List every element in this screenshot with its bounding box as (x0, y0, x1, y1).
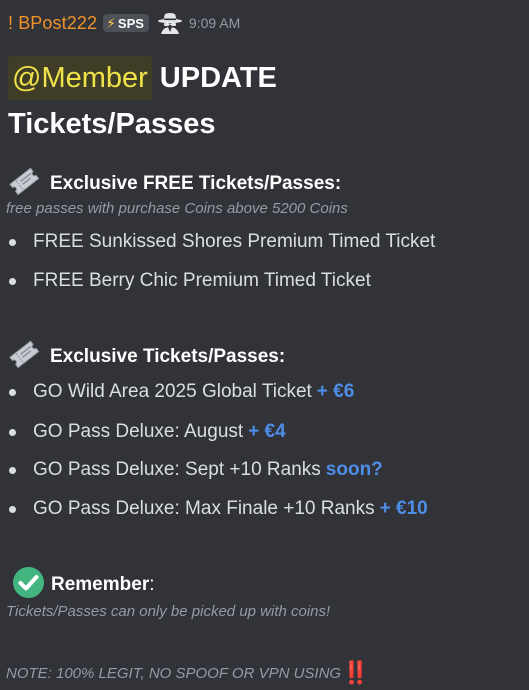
double-exclamation-icon: ‼️ (342, 660, 369, 685)
free-section-heading: Exclusive FREE Tickets/Passes: (8, 166, 341, 201)
server-tag-label: SPS (117, 15, 144, 31)
bullet-dot (9, 388, 16, 396)
price-label: + €4 (248, 421, 286, 442)
list-item: GO Wild Area 2025 Global Ticket + €6 (8, 381, 354, 403)
title-update: UPDATE (159, 61, 277, 94)
list-item-text: FREE Sunkissed Shores Premium Timed Tick… (33, 231, 436, 252)
author-name[interactable]: ! BPost222 (8, 13, 97, 34)
list-item-text: GO Wild Area 2025 Global Ticket (33, 381, 312, 402)
ticket-icon (8, 166, 40, 201)
free-section-note: free passes with purchase Coins above 52… (6, 200, 348, 217)
list-item-text: GO Pass Deluxe: Sept +10 Ranks (33, 459, 321, 480)
price-label: + €10 (379, 498, 428, 519)
bullet-dot (9, 466, 16, 474)
footer-note-text: NOTE: 100% LEGIT, NO SPOOF OR VPN USING (6, 664, 342, 682)
check-mark-icon (12, 566, 45, 604)
paid-section-title: Exclusive Tickets/Passes: (50, 345, 286, 367)
lightning-bolt-icon: ⚡ (106, 14, 116, 31)
list-item: GO Pass Deluxe: Max Finale +10 Ranks + €… (8, 498, 428, 520)
list-item: GO Pass Deluxe: August + €4 (8, 421, 286, 443)
bullet-dot (9, 238, 16, 246)
list-item: FREE Berry Chic Premium Timed Ticket (8, 270, 371, 292)
bullet-dot (9, 428, 16, 436)
remember-heading: Remember : (12, 566, 155, 604)
list-item-text: GO Pass Deluxe: Max Finale +10 Ranks (33, 498, 375, 519)
message-header: ! BPost222 ⚡ SPS 9:09 AM (8, 10, 240, 36)
list-item-text: FREE Berry Chic Premium Timed Ticket (33, 270, 371, 291)
list-item: FREE Sunkissed Shores Premium Timed Tick… (8, 231, 435, 253)
price-label: soon? (325, 459, 383, 480)
ticket-icon (8, 339, 40, 374)
bullet-dot (9, 277, 16, 285)
timestamp[interactable]: 9:09 AM (189, 15, 240, 31)
title-line-2: Tickets/Passes (8, 108, 216, 140)
remember-note: Tickets/Passes can only be picked up wit… (6, 603, 331, 620)
price-label: + €6 (316, 381, 355, 402)
title-line-1: @Member UPDATE (8, 56, 277, 100)
server-tag[interactable]: ⚡ SPS (103, 14, 149, 32)
paid-section-heading: Exclusive Tickets/Passes: (8, 339, 285, 374)
remember-colon: : (149, 574, 155, 595)
spy-icon[interactable] (157, 12, 183, 34)
remember-title: Remember (51, 574, 150, 595)
bullet-dot (9, 505, 16, 513)
list-item-text: GO Pass Deluxe: August (33, 421, 244, 442)
member-mention[interactable]: @Member (8, 56, 152, 100)
free-section-title: Exclusive FREE Tickets/Passes: (50, 172, 342, 194)
list-item: GO Pass Deluxe: Sept +10 Ranks soon? (8, 459, 383, 481)
footer-note: NOTE: 100% LEGIT, NO SPOOF OR VPN USING … (6, 660, 370, 686)
